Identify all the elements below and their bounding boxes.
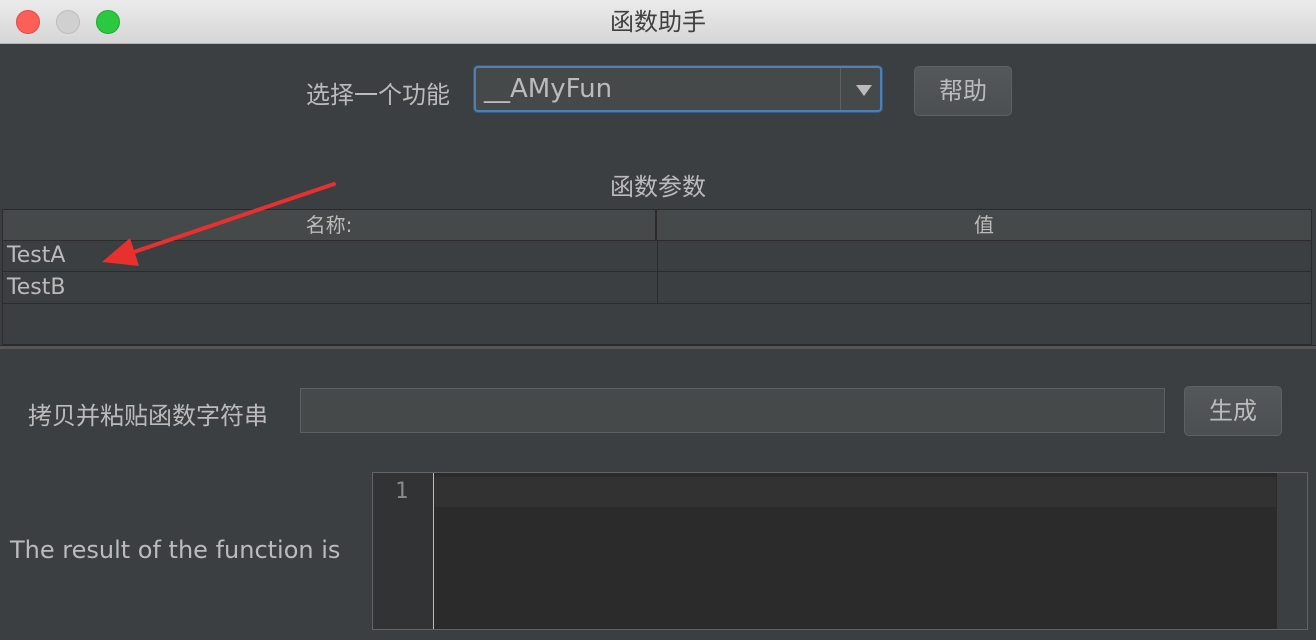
param-name-cell[interactable]: TestA	[7, 240, 657, 271]
function-select[interactable]: __AMyFun	[474, 66, 882, 112]
column-header-value[interactable]: 值	[657, 210, 1311, 240]
param-name-cell[interactable]: TestB	[7, 272, 657, 303]
current-line-highlight	[434, 477, 1276, 507]
generate-button[interactable]: 生成	[1184, 386, 1282, 436]
line-number: 1	[395, 479, 409, 504]
table-row[interactable]: TestB	[3, 272, 1311, 304]
combo-divider	[840, 68, 841, 110]
window-title: 函数助手	[610, 8, 706, 36]
select-function-label: 选择一个功能	[306, 81, 450, 109]
title-bar: 函数助手	[0, 0, 1316, 44]
parameters-section-title: 函数参数	[610, 173, 706, 201]
split-divider[interactable]	[0, 345, 1316, 349]
param-value-cell[interactable]	[657, 240, 1312, 271]
help-button[interactable]: 帮助	[914, 66, 1012, 116]
line-number-gutter: 1	[373, 473, 433, 629]
copy-paste-label: 拷贝并粘贴函数字符串	[28, 402, 268, 430]
result-editor[interactable]: 1	[372, 472, 1308, 630]
vertical-scrollbar[interactable]	[1277, 473, 1307, 629]
result-label: The result of the function is	[10, 536, 341, 564]
param-value-cell[interactable]	[657, 272, 1312, 303]
column-header-name[interactable]: 名称:	[3, 210, 657, 240]
parameters-table: 名称: 值 TestA TestB	[2, 209, 1312, 345]
table-row[interactable]: TestA	[3, 240, 1311, 272]
function-string-field[interactable]	[300, 388, 1165, 433]
table-header: 名称: 值	[3, 210, 1311, 241]
function-select-value: __AMyFun	[484, 74, 613, 104]
chevron-down-icon[interactable]	[856, 85, 872, 96]
